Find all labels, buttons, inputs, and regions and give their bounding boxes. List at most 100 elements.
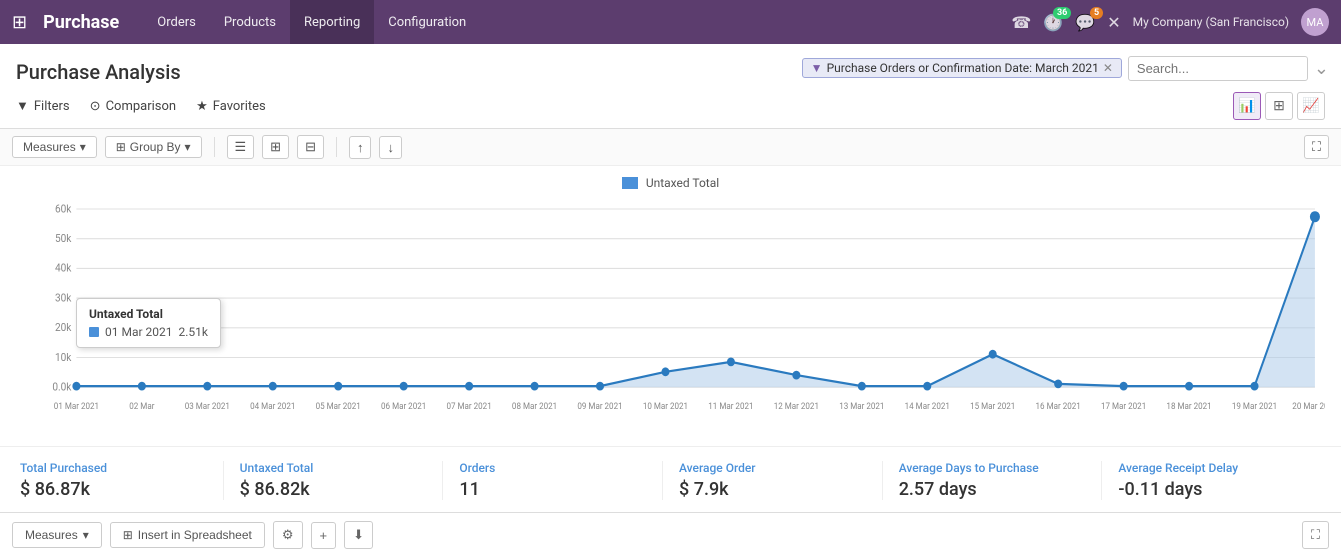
sort-desc-button[interactable]: ↓: [379, 136, 402, 159]
metric-untaxed-total: Untaxed Total $ 86.82k: [224, 461, 444, 500]
filterrow: ▼ Filters ⊙ Comparison ★ Favorites 📊 ⊞ 📈: [12, 92, 1329, 128]
svg-text:09 Mar 2021: 09 Mar 2021: [577, 402, 622, 412]
metrics-row: Total Purchased $ 86.87k Untaxed Total $…: [0, 446, 1341, 514]
data-point[interactable]: [1250, 382, 1258, 391]
user-avatar[interactable]: MA: [1301, 8, 1329, 36]
filter-tag[interactable]: ▼ Purchase Orders or Confirmation Date: …: [802, 58, 1122, 78]
svg-text:50k: 50k: [55, 232, 72, 246]
view-pivot-button[interactable]: ⊞: [1265, 92, 1293, 120]
bottom-right: ⛶: [1302, 521, 1329, 549]
svg-text:03 Mar 2021: 03 Mar 2021: [185, 402, 230, 412]
menu-item-products[interactable]: Products: [210, 0, 290, 44]
star-icon: ★: [196, 99, 208, 114]
toolbar-separator-2: [336, 137, 337, 157]
activities-badge: 36: [1053, 7, 1071, 19]
company-name: My Company (San Francisco): [1133, 15, 1289, 29]
data-point[interactable]: [203, 382, 211, 391]
data-point[interactable]: [1120, 382, 1128, 391]
data-point[interactable]: [989, 350, 997, 359]
funnel-icon: ▼: [811, 61, 823, 75]
svg-text:06 Mar 2021: 06 Mar 2021: [381, 402, 426, 412]
data-point-peak[interactable]: [1310, 211, 1320, 222]
comparison-button[interactable]: ⊙ Comparison: [90, 99, 176, 114]
svg-text:30k: 30k: [55, 291, 72, 305]
data-point[interactable]: [400, 382, 408, 391]
measures-button[interactable]: Measures ▾: [12, 136, 97, 158]
filter-icon: ▼: [16, 98, 29, 114]
expand-button[interactable]: ⛶: [1302, 521, 1329, 549]
data-point[interactable]: [138, 382, 146, 391]
filters-button[interactable]: ▼ Filters: [16, 98, 70, 114]
svg-text:08 Mar 2021: 08 Mar 2021: [512, 402, 557, 412]
view-graph-button[interactable]: 📊: [1233, 92, 1261, 120]
svg-text:19 Mar 2021: 19 Mar 2021: [1232, 402, 1277, 412]
data-point[interactable]: [923, 382, 931, 391]
svg-text:0.0k: 0.0k: [52, 380, 72, 394]
menu-item-reporting[interactable]: Reporting: [290, 0, 374, 44]
topnav-menu: Orders Products Reporting Configuration: [143, 0, 480, 44]
metric-avg-days-purchase-value: 2.57 days: [899, 479, 1086, 500]
data-point[interactable]: [727, 358, 735, 367]
svg-text:17 Mar 2021: 17 Mar 2021: [1101, 402, 1146, 412]
tooltip-row: 01 Mar 2021 2.51k: [89, 325, 208, 339]
data-point[interactable]: [1185, 382, 1193, 391]
expand-chart-button[interactable]: ⛶: [1304, 135, 1329, 159]
search-input[interactable]: [1128, 56, 1308, 81]
data-point[interactable]: [661, 367, 669, 376]
chart-legend: Untaxed Total: [16, 176, 1325, 190]
svg-text:13 Mar 2021: 13 Mar 2021: [839, 402, 884, 412]
data-point[interactable]: [72, 382, 80, 391]
svg-text:14 Mar 2021: 14 Mar 2021: [905, 402, 950, 412]
data-point[interactable]: [792, 371, 800, 380]
svg-text:01 Mar 2021: 01 Mar 2021: [54, 402, 99, 412]
data-point[interactable]: [531, 382, 539, 391]
messages-icon[interactable]: 💬 5: [1075, 13, 1095, 32]
menu-item-configuration[interactable]: Configuration: [374, 0, 480, 44]
data-point[interactable]: [269, 382, 277, 391]
phone-icon[interactable]: ☎: [1011, 13, 1031, 32]
chart-fill-area: [76, 217, 1315, 388]
toggle-button[interactable]: ⊟: [297, 135, 324, 159]
svg-text:20 Mar 2021: 20 Mar 2021: [1292, 402, 1325, 412]
svg-text:16 Mar 2021: 16 Mar 2021: [1036, 402, 1081, 412]
settings-icon-button[interactable]: ⚙: [273, 521, 303, 549]
metric-avg-order-value: $ 7.9k: [679, 479, 866, 500]
search-expand-icon[interactable]: ⌄: [1314, 58, 1329, 79]
data-point[interactable]: [858, 382, 866, 391]
groupby-dropdown-icon: ▾: [184, 140, 190, 154]
close-icon[interactable]: ✕: [1107, 13, 1120, 32]
data-point[interactable]: [596, 382, 604, 391]
data-point[interactable]: [334, 382, 342, 391]
filter-close-icon[interactable]: ✕: [1103, 61, 1113, 75]
metric-total-purchased-value: $ 86.87k: [20, 479, 207, 500]
data-point[interactable]: [465, 382, 473, 391]
grid-icon[interactable]: ⊞: [12, 12, 27, 33]
measures-bottom-button[interactable]: Measures ▾: [12, 522, 102, 548]
chart-tooltip: Untaxed Total 01 Mar 2021 2.51k: [76, 298, 221, 348]
favorites-button[interactable]: ★ Favorites: [196, 99, 266, 114]
activities-icon[interactable]: 🕐 36: [1043, 13, 1063, 32]
view-bar-button[interactable]: 📈: [1297, 92, 1325, 120]
chart-line: [76, 217, 1315, 386]
metric-total-purchased: Total Purchased $ 86.87k: [20, 461, 224, 500]
metric-orders: Orders 11: [443, 461, 663, 500]
svg-text:05 Mar 2021: 05 Mar 2021: [316, 402, 361, 412]
filter-tag-text: Purchase Orders or Confirmation Date: Ma…: [827, 61, 1099, 75]
svg-text:12 Mar 2021: 12 Mar 2021: [774, 402, 819, 412]
menu-item-orders[interactable]: Orders: [143, 0, 210, 44]
svg-text:07 Mar 2021: 07 Mar 2021: [446, 402, 491, 412]
data-point[interactable]: [1054, 380, 1062, 389]
dropdown-arrow-icon: ▾: [80, 140, 86, 154]
sort-asc-button[interactable]: ↑: [349, 136, 372, 159]
grid-view-button[interactable]: ⊞: [262, 135, 289, 159]
metric-untaxed-total-value: $ 86.82k: [240, 479, 427, 500]
download-icon-button[interactable]: ⬇: [344, 521, 373, 549]
insert-spreadsheet-button[interactable]: ⊞ Insert in Spreadsheet: [110, 522, 265, 548]
groupby-button[interactable]: ⊞ Group By ▾: [105, 136, 202, 158]
metric-avg-order: Average Order $ 7.9k: [663, 461, 883, 500]
list-view-button[interactable]: ☰: [227, 135, 255, 159]
svg-text:10k: 10k: [55, 350, 72, 364]
chart-svg-container: 60k 50k 40k 30k 20k 10k 0.0k: [16, 198, 1325, 418]
toolbar-right: ⛶: [1304, 135, 1329, 159]
add-icon-button[interactable]: +: [311, 522, 337, 549]
